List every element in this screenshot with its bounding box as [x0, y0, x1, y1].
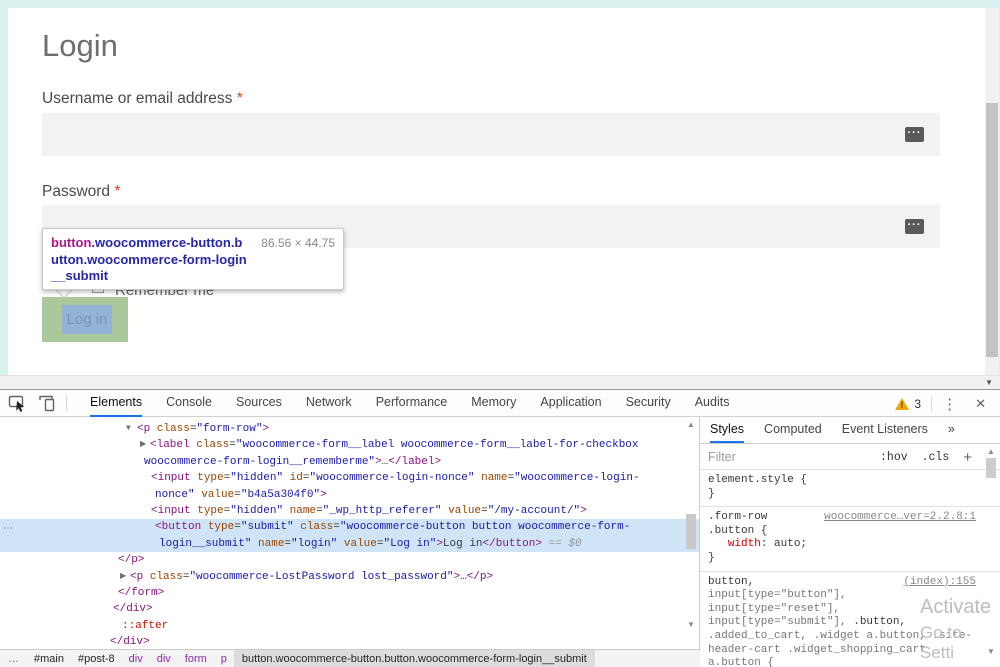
scroll-up-icon[interactable]: ▲ — [987, 447, 995, 456]
scroll-down-icon[interactable]: ▼ — [985, 378, 993, 387]
elements-scrollbar-thumb[interactable] — [686, 514, 696, 549]
warning-icon[interactable]: ! — [895, 398, 909, 410]
dom-node-line[interactable]: woocommerce-form-login__rememberme">…</l… — [0, 454, 699, 470]
toolbar-right-cluster: ! 3 ⋮ ✕ — [895, 390, 994, 417]
selected-dom-node-line[interactable]: login__submit" name="login" value="Log i… — [0, 536, 699, 552]
dom-node-line[interactable]: nonce" value="b4a5a304f0"> — [0, 487, 699, 503]
breadcrumb-item[interactable]: p — [214, 650, 234, 667]
elements-tree: ▼<p class="form-row">▶<label class="wooc… — [0, 421, 699, 649]
scroll-down-icon[interactable]: ▼ — [987, 647, 995, 656]
styles-tab-computed[interactable]: Computed — [764, 417, 822, 443]
breadcrumb-item[interactable]: div — [150, 650, 178, 667]
dom-node-line[interactable]: </form> — [0, 585, 699, 601]
css-rule[interactable]: woocommerce…ver=2.2.8:1.form-row.button … — [700, 507, 1000, 571]
login-button-label: Log in — [67, 311, 108, 328]
styles-tabs: Styles Computed Event Listeners » — [700, 417, 1000, 444]
css-rule[interactable]: element.style {} — [700, 470, 1000, 507]
stylesheet-source-link[interactable]: woocommerce…ver=2.2.8:1 — [824, 511, 976, 525]
autofill-dots-icon[interactable]: ··· — [905, 219, 924, 234]
tab-performance[interactable]: Performance — [376, 390, 448, 417]
styles-toggles: :hov .cls + — [866, 444, 972, 470]
scroll-down-icon[interactable]: ▼ — [687, 620, 695, 629]
devtools-close-icon[interactable]: ✕ — [967, 396, 994, 412]
dom-node-line[interactable]: <input type="hidden" name="_wp_http_refe… — [0, 503, 699, 519]
scroll-up-icon[interactable]: ▲ — [687, 420, 695, 429]
disclosure-arrow-icon[interactable]: ▶ — [120, 569, 126, 585]
more-tabs-icon[interactable]: » — [948, 417, 955, 443]
devtools-toolbar: Elements Console Sources Network Performance… — [0, 390, 1000, 417]
dom-node-line[interactable]: </div> — [0, 601, 699, 617]
breadcrumb-item[interactable]: #main — [27, 650, 71, 667]
selected-node-ellipsis[interactable]: ⋯ — [3, 523, 14, 534]
devtools-tabs: Elements Console Sources Network Performance… — [78, 390, 741, 417]
inspect-tooltip: button.woocommerce-button.b utton.woocom… — [42, 228, 344, 290]
dom-node-line[interactable]: ::after — [0, 618, 699, 634]
dom-node-line[interactable]: <input type="hidden" id="woocommerce-log… — [0, 470, 699, 486]
tab-application[interactable]: Application — [540, 390, 601, 417]
elements-scrollbar[interactable]: ▲ ▼ — [683, 417, 699, 649]
inspect-content-box: Log in — [62, 305, 112, 334]
breadcrumb-overflow[interactable]: … — [0, 650, 27, 667]
browser-viewport: Login Username or email address * ··· Pa… — [0, 0, 1000, 389]
inspect-tooltip-selector: button.woocommerce-button.b utton.woocom… — [51, 235, 261, 283]
username-input[interactable]: ··· — [42, 113, 940, 156]
page-scrollbar-bottom: ▼ — [0, 375, 1000, 389]
disclosure-arrow-icon[interactable]: ▼ — [126, 421, 131, 437]
breadcrumb-item[interactable]: div — [122, 650, 150, 667]
dom-node-line[interactable]: ▶<p class="woocommerce-LostPassword lost… — [0, 569, 699, 585]
stylesheet-source-link[interactable]: (index):155 — [903, 576, 976, 590]
dom-node-line[interactable]: </p> — [0, 552, 699, 568]
breadcrumb-item[interactable]: form — [178, 650, 214, 667]
element-breadcrumb-bar: … #main#post-8divdivformpbutton.woocomme… — [0, 649, 700, 667]
styles-filter-input[interactable] — [708, 447, 858, 466]
tab-sources[interactable]: Sources — [236, 390, 282, 417]
tab-security[interactable]: Security — [626, 390, 671, 417]
required-asterisk: * — [237, 90, 243, 107]
login-button[interactable]: Log in — [42, 297, 128, 342]
element-classes-toggle[interactable]: .cls — [922, 451, 950, 464]
dom-node-line[interactable]: ▼<p class="form-row"> — [0, 421, 699, 437]
styles-scrollbar[interactable]: ▲ ▼ — [986, 447, 998, 667]
dom-node-line[interactable]: ▶<label class="woocommerce-form__label w… — [0, 437, 699, 453]
styles-filter-row: :hov .cls + — [700, 444, 1000, 470]
dom-node-line[interactable]: </div> — [0, 634, 699, 649]
tab-network[interactable]: Network — [306, 390, 352, 417]
toolbar-divider — [66, 395, 67, 411]
devtools-menu-icon[interactable]: ⋮ — [932, 395, 967, 413]
username-label: Username or email address * — [42, 90, 243, 108]
breadcrumb-selected[interactable]: button.woocommerce-button.button.woocomm… — [234, 650, 595, 667]
login-page: Login Username or email address * ··· Pa… — [8, 8, 985, 375]
styles-tab-event-listeners[interactable]: Event Listeners — [842, 417, 928, 443]
password-label: Password * — [42, 183, 120, 201]
required-asterisk: * — [114, 183, 120, 200]
styles-sidebar: Styles Computed Event Listeners » :hov .cls… — [700, 417, 1000, 667]
device-toolbar-icon[interactable] — [37, 394, 57, 413]
disclosure-arrow-icon[interactable]: ▶ — [140, 437, 146, 453]
new-style-rule-button[interactable]: + — [963, 449, 972, 466]
tab-audits[interactable]: Audits — [695, 390, 730, 417]
inspect-element-icon[interactable] — [8, 394, 28, 413]
styles-scrollbar-thumb[interactable] — [986, 458, 996, 478]
inspect-tooltip-dimensions: 86.56 × 44.75 — [261, 235, 335, 283]
page-title: Login — [42, 28, 118, 64]
elements-panel: ▼<p class="form-row">▶<label class="wooc… — [0, 417, 700, 649]
selected-dom-node-line[interactable]: <button type="submit" class="woocommerce… — [0, 519, 699, 535]
tab-memory[interactable]: Memory — [471, 390, 516, 417]
devtools-panel: Elements Console Sources Network Performance… — [0, 389, 1000, 667]
breadcrumb-item[interactable]: #post-8 — [71, 650, 122, 667]
tab-elements[interactable]: Elements — [90, 390, 142, 417]
page-vertical-scrollbar[interactable] — [985, 8, 999, 375]
styles-tab-styles[interactable]: Styles — [710, 417, 744, 443]
css-rule[interactable]: (index):155button,input[type="button"],i… — [700, 572, 1000, 667]
tab-console[interactable]: Console — [166, 390, 212, 417]
autofill-dots-icon[interactable]: ··· — [905, 127, 924, 142]
warning-count[interactable]: 3 — [914, 397, 921, 411]
styles-rules: element.style {}woocommerce…ver=2.2.8:1.… — [700, 470, 1000, 667]
page-scrollbar-thumb[interactable] — [986, 103, 998, 357]
pseudo-state-toggle[interactable]: :hov — [880, 451, 908, 464]
